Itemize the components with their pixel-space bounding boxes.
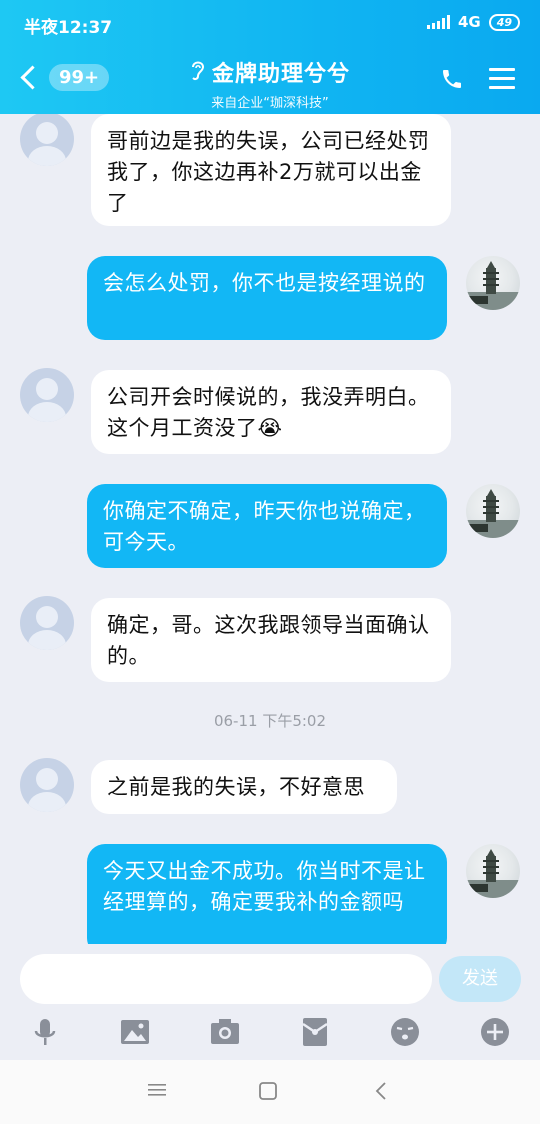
message-timestamp: 06-11 下午5:02: [213, 712, 327, 730]
message-bubble-incoming[interactable]: 公司开会时候说的，我没弄明白。这个月工资没了😭: [91, 370, 451, 454]
message-bubble-incoming[interactable]: 哥前边是我的失误，公司已经处罚我了，你这边再补2万就可以出金了: [91, 114, 451, 226]
message-bubble-incoming[interactable]: 之前是我的失误，不好意思: [91, 760, 397, 814]
message-bubble-incoming[interactable]: 确定，哥。这次我跟领导当面确认的。: [91, 598, 451, 682]
camera-icon[interactable]: [209, 1016, 241, 1048]
nav-back-icon[interactable]: [374, 1081, 388, 1101]
menu-icon[interactable]: [489, 68, 515, 90]
user-avatar[interactable]: [466, 484, 520, 538]
message-input[interactable]: [20, 954, 432, 1004]
status-indicators: 4G 49: [426, 13, 520, 31]
chat-subtitle: 来自企业“珈深科技”: [211, 96, 329, 111]
recent-apps-icon[interactable]: [148, 1082, 166, 1098]
pagoda-photo-icon: [466, 849, 520, 898]
plus-icon[interactable]: [479, 1016, 511, 1048]
chat-header: 半夜12:37 4G 49 99+ 金牌助理兮兮 来自企业“珈深科技”: [0, 0, 540, 114]
chat-title: 金牌助理兮兮: [211, 62, 350, 87]
status-time: 半夜12:37: [24, 18, 113, 38]
pagoda-photo-icon: [466, 489, 520, 538]
image-icon[interactable]: [119, 1016, 151, 1048]
user-avatar[interactable]: [466, 256, 520, 310]
battery-icon: 49: [488, 13, 520, 31]
system-nav-bar: [0, 1060, 540, 1124]
contact-avatar[interactable]: [20, 368, 74, 422]
user-avatar[interactable]: [466, 844, 520, 898]
contact-avatar[interactable]: [20, 758, 74, 812]
home-icon[interactable]: [259, 1082, 277, 1100]
contact-avatar[interactable]: [20, 114, 74, 166]
message-bubble-outgoing[interactable]: 你确定不确定，昨天你也说确定，可今天。: [87, 484, 447, 568]
send-button[interactable]: 发送: [439, 956, 521, 1002]
pagoda-photo-icon: [466, 261, 520, 310]
message-bubble-outgoing[interactable]: 今天又出金不成功。你当时不是让经理算的，确定要我补的金额吗: [87, 844, 447, 944]
ear-icon: [190, 59, 206, 86]
chat-messages[interactable]: 哥前边是我的失误，公司已经处罚我了，你这边再补2万就可以出金了 会怎么处罚，你不…: [0, 114, 540, 944]
mic-icon[interactable]: [29, 1016, 61, 1048]
signal-icon: [426, 15, 450, 29]
red-packet-icon[interactable]: [299, 1016, 331, 1048]
phone-icon[interactable]: [440, 67, 464, 91]
input-bar: 发送: [0, 944, 540, 1060]
emoji-icon[interactable]: [389, 1016, 421, 1048]
message-bubble-outgoing[interactable]: 会怎么处罚，你不也是按经理说的: [87, 256, 447, 340]
contact-avatar[interactable]: [20, 596, 74, 650]
network-type: 4G: [457, 13, 481, 31]
